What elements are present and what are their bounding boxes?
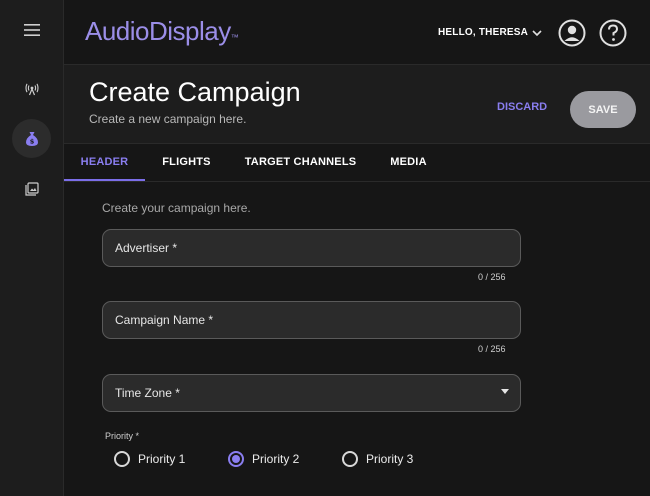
- logo-text: AudioDisplay: [85, 16, 231, 46]
- page-subtitle: Create a new campaign here.: [89, 112, 247, 126]
- svg-text:$: $: [29, 137, 34, 145]
- tab-bar: HEADER FLIGHTS TARGET CHANNELS MEDIA: [64, 144, 650, 182]
- media-icon: [24, 181, 39, 196]
- rail-item-broadcast[interactable]: [12, 69, 51, 108]
- tab-target-channels[interactable]: TARGET CHANNELS: [244, 144, 357, 179]
- app-logo[interactable]: AudioDisplay™: [85, 16, 239, 47]
- broadcast-icon: [24, 83, 39, 95]
- tab-media[interactable]: MEDIA: [386, 144, 431, 179]
- account-circle-icon[interactable]: [558, 19, 586, 47]
- priority-2-radio[interactable]: Priority 2: [228, 451, 299, 467]
- discard-button[interactable]: DISCARD: [497, 101, 547, 113]
- tab-header[interactable]: HEADER: [64, 144, 145, 181]
- priority-3-label: Priority 3: [366, 452, 414, 466]
- advertiser-label: Advertiser *: [115, 241, 178, 255]
- logo-trademark: ™: [230, 33, 239, 42]
- campaign-name-label: Campaign Name *: [115, 313, 214, 327]
- tab-flights[interactable]: FLIGHTS: [159, 144, 214, 179]
- radio-checked-icon[interactable]: [228, 451, 244, 467]
- radio-unchecked-icon[interactable]: [342, 451, 358, 467]
- priority-1-label: Priority 1: [138, 452, 186, 466]
- campaign-name-field[interactable]: Campaign Name *: [102, 301, 521, 339]
- advertiser-field[interactable]: Advertiser *: [102, 229, 521, 267]
- rail-item-media[interactable]: [12, 169, 51, 208]
- dropdown-arrow-icon: [501, 389, 509, 394]
- rail-item-campaigns[interactable]: $: [12, 119, 51, 158]
- save-button[interactable]: SAVE: [570, 91, 636, 128]
- side-rail: $: [0, 0, 64, 496]
- page-title: Create Campaign: [89, 77, 301, 107]
- form-area: Create your campaign here. Advertiser * …: [64, 182, 650, 496]
- radio-unchecked-icon[interactable]: [114, 451, 130, 467]
- page-header: Create Campaign Create a new campaign he…: [64, 65, 650, 144]
- menu-icon: [23, 23, 40, 36]
- form-intro: Create your campaign here.: [102, 201, 251, 215]
- menu-button[interactable]: [12, 10, 51, 49]
- chevron-down-icon[interactable]: [530, 26, 544, 40]
- user-greeting[interactable]: HELLO, THERESA: [438, 27, 528, 38]
- priority-label: Priority *: [105, 431, 140, 441]
- time-zone-select[interactable]: Time Zone *: [102, 374, 521, 412]
- time-zone-label: Time Zone *: [115, 386, 180, 400]
- money-bag-icon: $: [25, 131, 38, 146]
- priority-2-label: Priority 2: [252, 452, 300, 466]
- campaign-name-counter: 0 / 256: [478, 344, 506, 354]
- priority-1-radio[interactable]: Priority 1: [114, 451, 185, 467]
- help-circle-icon[interactable]: [598, 18, 628, 48]
- advertiser-counter: 0 / 256: [478, 272, 506, 282]
- priority-3-radio[interactable]: Priority 3: [342, 451, 413, 467]
- top-bar: AudioDisplay™ HELLO, THERESA: [64, 0, 650, 65]
